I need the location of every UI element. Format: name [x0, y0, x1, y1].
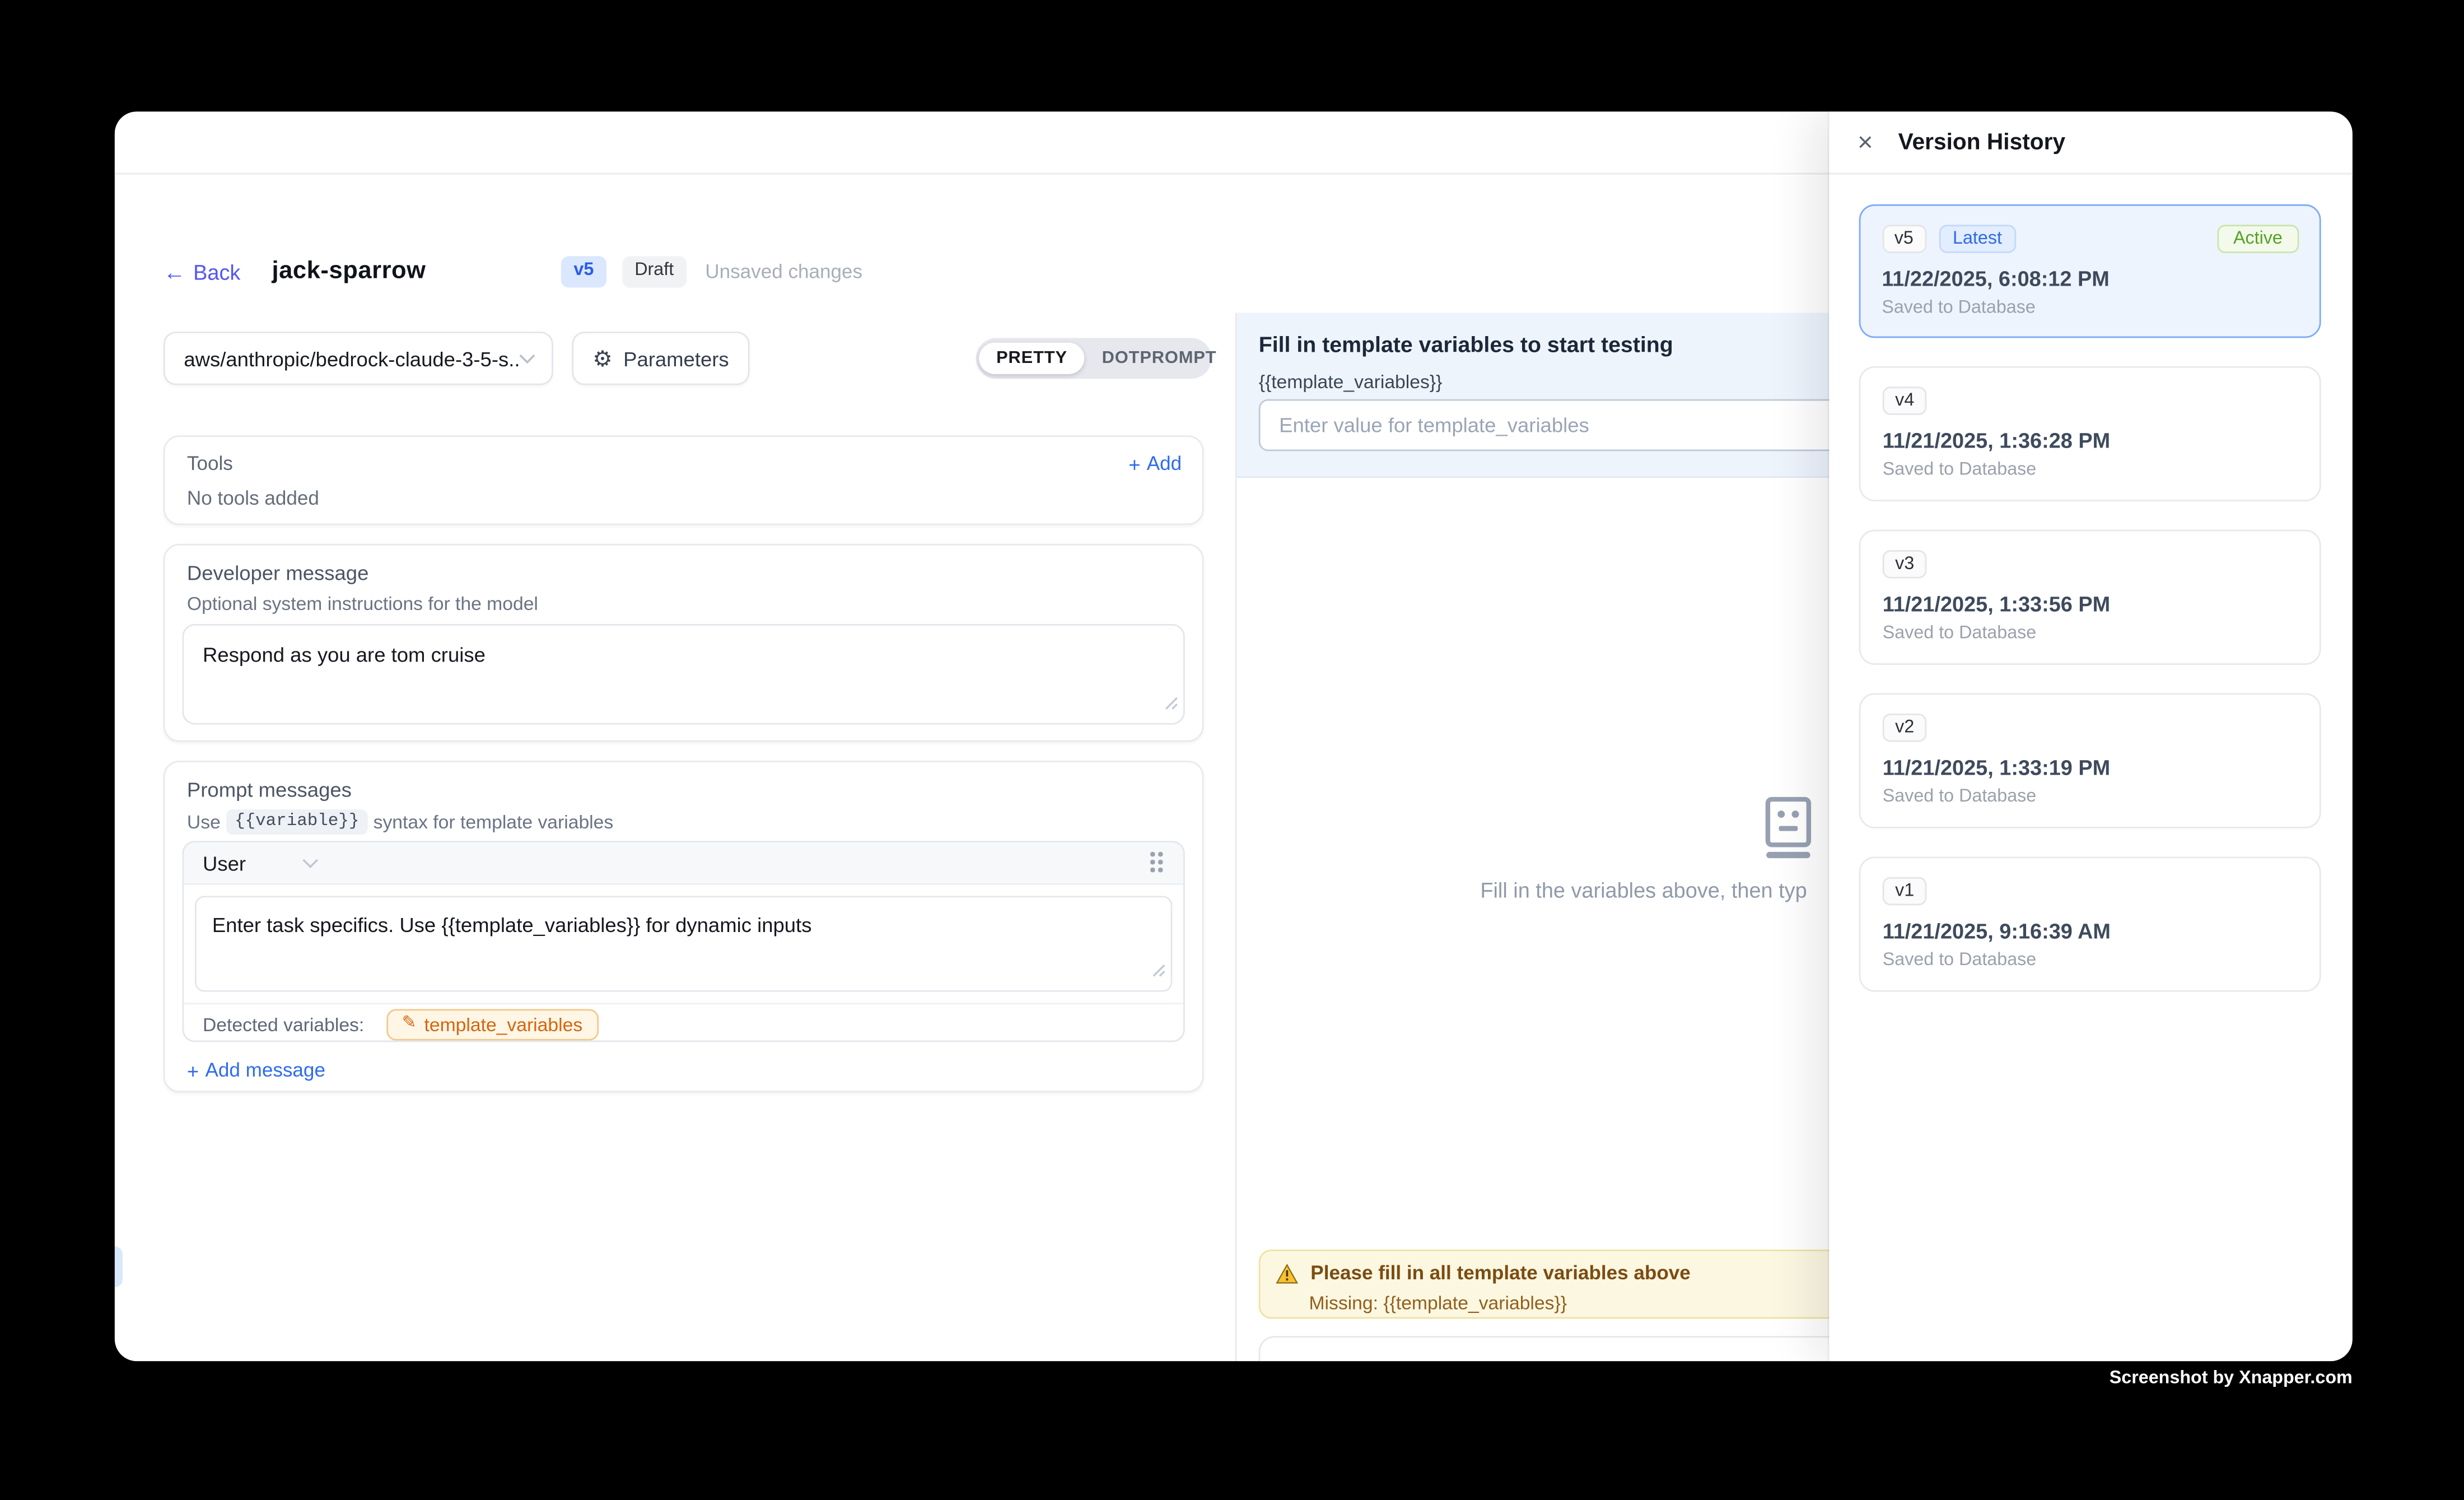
drag-handle-icon[interactable]	[1150, 852, 1164, 874]
message-role-select[interactable]: User	[184, 842, 1183, 885]
version-list: v5 Latest Active 11/22/2025, 6:08:12 PM Save…	[1829, 174, 2352, 991]
app-window: ← Back jack-sparrow v5 Draft Unsaved cha…	[115, 111, 2353, 1361]
version-status: Saved to Database	[1882, 298, 2298, 317]
tools-card: Tools + Add No tools added	[164, 435, 1204, 525]
version-history-header: × Version History	[1829, 111, 2352, 174]
tools-header: Tools + Add	[187, 453, 1182, 474]
empty-state-text: Fill in the variables above, then typ	[1480, 879, 1807, 902]
version-card-v5[interactable]: v5 Latest Active 11/22/2025, 6:08:12 PM Save…	[1859, 204, 2321, 338]
version-date: 11/22/2025, 6:08:12 PM	[1882, 267, 2298, 290]
prompt-messages-subtitle: Use {{variable}} syntax for template var…	[187, 809, 613, 835]
watermark: Screenshot by Xnapper.com	[2110, 1369, 2353, 1388]
version-number-badge: v2	[1883, 714, 1927, 742]
parameters-button[interactable]: ⚙ Parameters	[572, 332, 749, 385]
prompt-message-textarea[interactable]: Enter task specifics. Use {{template_var…	[195, 896, 1172, 991]
version-history-title: Version History	[1898, 130, 2066, 155]
back-label: Back	[193, 260, 240, 283]
warning-icon	[1276, 1263, 1298, 1283]
version-date: 11/21/2025, 9:16:39 AM	[1883, 920, 2298, 943]
version-card-v4[interactable]: v4 11/21/2025, 1:36:28 PM Saved to Databas…	[1859, 366, 2321, 501]
detected-variable-chip[interactable]: ✎ template_variables	[386, 1008, 599, 1040]
warning-missing-text: Missing: {{template_variables}}	[1309, 1292, 1567, 1314]
plus-icon: +	[187, 1060, 199, 1080]
screenshot-canvas: ← Back jack-sparrow v5 Draft Unsaved cha…	[0, 0, 2464, 1499]
prompt-messages-title: Prompt messages	[187, 778, 352, 802]
version-status: Saved to Database	[1883, 951, 2298, 970]
plus-icon: +	[1128, 454, 1140, 474]
message-block: User Enter task specifics. Use {{templat…	[183, 841, 1185, 1042]
gear-icon: ⚙	[592, 347, 612, 369]
add-tool-label: Add	[1147, 453, 1182, 474]
toolbar: aws/anthropic/bedrock-claude-3-5-s... ⚙ …	[164, 332, 1235, 385]
variable-syntax-chip: {{variable}}	[227, 809, 367, 835]
version-status: Saved to Database	[1883, 460, 2298, 479]
version-date: 11/21/2025, 1:33:19 PM	[1883, 756, 2298, 780]
subtitle-suffix: syntax for template variables	[374, 811, 614, 833]
back-arrow-icon: ←	[164, 261, 185, 283]
version-date: 11/21/2025, 1:33:56 PM	[1883, 593, 2298, 616]
warning-title: Please fill in all template variables ab…	[1310, 1262, 1690, 1284]
chevron-down-icon	[519, 353, 536, 364]
version-number-badge: v5	[1882, 224, 1926, 253]
pencil-icon: ✎	[402, 1015, 417, 1033]
resize-handle-icon[interactable]	[1152, 958, 1166, 985]
model-select-value: aws/anthropic/bedrock-claude-3-5-s...	[184, 347, 519, 370]
parameters-label: Parameters	[623, 347, 729, 370]
draft-badge: Draft	[622, 257, 687, 288]
detected-variables-label: Detected variables:	[203, 1013, 364, 1035]
message-role-value: User	[203, 851, 246, 875]
edge-peek-element	[115, 1246, 123, 1287]
version-date: 11/21/2025, 1:36:28 PM	[1883, 429, 2298, 453]
version-history-panel: × Version History v5 Latest Active 11/22/20…	[1829, 111, 2352, 1361]
prompt-messages-card: Prompt messages Use {{variable}} syntax …	[164, 761, 1204, 1092]
bot-face-icon	[1762, 797, 1815, 868]
latest-badge: Latest	[1939, 224, 2016, 253]
unsaved-changes-label: Unsaved changes	[705, 261, 862, 283]
developer-message-textarea[interactable]: Respond as you are tom cruise	[183, 624, 1185, 725]
warning-header: Please fill in all template variables ab…	[1276, 1262, 1691, 1284]
breadcrumb-row: ← Back jack-sparrow v5 Draft Unsaved cha…	[164, 251, 862, 292]
developer-message-card: Developer message Optional system instru…	[164, 544, 1204, 742]
add-message-button[interactable]: + Add message	[187, 1059, 325, 1081]
version-number-badge: v3	[1883, 550, 1927, 579]
detected-variable-name: template_variables	[424, 1013, 583, 1035]
version-badge: v5	[561, 257, 606, 288]
developer-message-value: Respond as you are tom cruise	[203, 643, 486, 667]
version-card-v2[interactable]: v2 11/21/2025, 1:33:19 PM Saved to Databas…	[1859, 693, 2321, 828]
format-toggle: PRETTY DOTPROMPT	[976, 338, 1212, 379]
tools-title: Tools	[187, 453, 233, 474]
version-status: Saved to Database	[1883, 788, 2298, 807]
add-message-label: Add message	[205, 1059, 325, 1081]
variables-banner-title: Fill in template variables to start test…	[1259, 332, 1673, 357]
version-number-badge: v1	[1883, 877, 1927, 906]
toggle-pretty[interactable]: PRETTY	[979, 343, 1085, 374]
close-icon[interactable]: ×	[1858, 129, 1873, 156]
developer-message-title: Developer message	[187, 561, 368, 585]
tools-empty-text: No tools added	[187, 487, 319, 509]
developer-message-subtitle: Optional system instructions for the mod…	[187, 593, 538, 614]
version-card-v1[interactable]: v1 11/21/2025, 9:16:39 AM Saved to Databas…	[1859, 856, 2321, 991]
add-tool-button[interactable]: + Add	[1128, 453, 1182, 474]
model-select[interactable]: aws/anthropic/bedrock-claude-3-5-s...	[164, 332, 553, 385]
chevron-down-icon	[302, 858, 320, 869]
page-title: jack-sparrow	[272, 258, 426, 286]
version-status: Saved to Database	[1883, 624, 2298, 643]
back-button[interactable]: ← Back	[164, 260, 241, 283]
variable-field-label: {{template_variables}}	[1259, 371, 1443, 393]
subtitle-prefix: Use	[187, 811, 221, 833]
version-number-badge: v4	[1883, 386, 1927, 415]
resize-handle-icon[interactable]	[1164, 691, 1178, 718]
toggle-dotprompt[interactable]: DOTPROMPT	[1085, 343, 1234, 374]
active-badge: Active	[2218, 224, 2298, 253]
version-card-v3[interactable]: v3 11/21/2025, 1:33:56 PM Saved to Databas…	[1859, 530, 2321, 665]
detected-variables-row: Detected variables: ✎ template_variables	[184, 1003, 1183, 1042]
prompt-message-value: Enter task specifics. Use {{template_var…	[212, 913, 812, 937]
